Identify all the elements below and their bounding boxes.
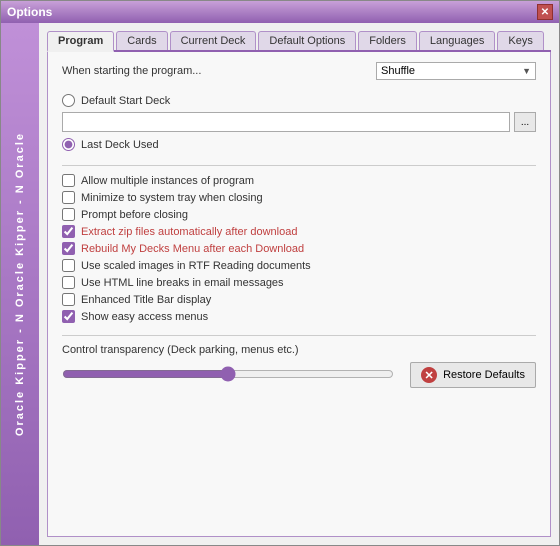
- transparency-label: Control transparency (Deck parking, menu…: [62, 344, 536, 356]
- checkbox-row-scaled: Use scaled images in RTF Reading documen…: [62, 259, 536, 272]
- checkbox-row-rebuild: Rebuild My Decks Menu after each Downloa…: [62, 242, 536, 255]
- tab-default-options[interactable]: Default Options: [258, 31, 356, 50]
- window-body: Oracle Kipper - N Oracle Kipper - N Orac…: [1, 23, 559, 545]
- startup-dropdown[interactable]: Shuffle ▼: [376, 62, 536, 80]
- last-deck-row: Last Deck Used: [62, 138, 536, 151]
- checkbox-html[interactable]: [62, 276, 75, 289]
- checkbox-easy[interactable]: [62, 310, 75, 323]
- checkbox-label-multi: Allow multiple instances of program: [81, 175, 254, 187]
- dropdown-value: Shuffle: [381, 65, 415, 77]
- tab-keys[interactable]: Keys: [497, 31, 543, 50]
- slider-row: ✕ Restore Defaults: [62, 362, 536, 388]
- checkbox-row-easy: Show easy access menus: [62, 310, 536, 323]
- startup-label: When starting the program...: [62, 65, 201, 77]
- checkbox-rebuild[interactable]: [62, 242, 75, 255]
- program-tab-content: When starting the program... Shuffle ▼ D…: [47, 52, 551, 537]
- tab-current-deck[interactable]: Current Deck: [170, 31, 257, 50]
- close-button[interactable]: ✕: [537, 4, 553, 20]
- dropdown-arrow-icon: ▼: [522, 66, 531, 76]
- checkbox-row-tray: Minimize to system tray when closing: [62, 191, 536, 204]
- checkbox-tray[interactable]: [62, 191, 75, 204]
- tab-program[interactable]: Program: [47, 31, 114, 52]
- checkbox-row-html: Use HTML line breaks in email messages: [62, 276, 536, 289]
- slider-container: [62, 366, 394, 385]
- default-deck-row: Default Start Deck: [62, 94, 536, 107]
- startup-section: When starting the program... Shuffle ▼: [62, 62, 536, 80]
- tab-folders[interactable]: Folders: [358, 31, 417, 50]
- tab-languages[interactable]: Languages: [419, 31, 495, 50]
- checkbox-label-scaled: Use scaled images in RTF Reading documen…: [81, 260, 311, 272]
- deck-radio-group: Default Start Deck ... Last Deck Used: [62, 94, 536, 151]
- sidebar-text: Oracle Kipper - N Oracle Kipper - N Orac…: [14, 132, 26, 436]
- checkbox-row-prompt: Prompt before closing: [62, 208, 536, 221]
- checkbox-label-prompt: Prompt before closing: [81, 209, 188, 221]
- window-title: Options: [7, 5, 52, 19]
- checkbox-group: Allow multiple instances of program Mini…: [62, 174, 536, 323]
- restore-label: Restore Defaults: [443, 369, 525, 381]
- checkbox-label-title: Enhanced Title Bar display: [81, 294, 211, 306]
- checkbox-title[interactable]: [62, 293, 75, 306]
- checkbox-scaled[interactable]: [62, 259, 75, 272]
- divider-1: [62, 165, 536, 166]
- divider-2: [62, 335, 536, 336]
- sidebar: Oracle Kipper - N Oracle Kipper - N Orac…: [1, 23, 39, 545]
- options-window: Options ✕ Oracle Kipper - N Oracle Kippe…: [0, 0, 560, 546]
- restore-defaults-button[interactable]: ✕ Restore Defaults: [410, 362, 536, 388]
- checkbox-label-extract: Extract zip files automatically after do…: [81, 226, 297, 238]
- checkbox-label-html: Use HTML line breaks in email messages: [81, 277, 284, 289]
- checkbox-extract[interactable]: [62, 225, 75, 238]
- checkbox-label-tray: Minimize to system tray when closing: [81, 192, 263, 204]
- default-deck-field-container: ...: [62, 112, 536, 132]
- default-deck-label: Default Start Deck: [81, 95, 170, 107]
- checkbox-row-title: Enhanced Title Bar display: [62, 293, 536, 306]
- checkbox-multi[interactable]: [62, 174, 75, 187]
- browse-button[interactable]: ...: [514, 112, 536, 132]
- restore-icon: ✕: [421, 367, 437, 383]
- checkbox-label-rebuild: Rebuild My Decks Menu after each Downloa…: [81, 243, 304, 255]
- default-deck-radio[interactable]: [62, 94, 75, 107]
- title-bar: Options ✕: [1, 1, 559, 23]
- tab-cards[interactable]: Cards: [116, 31, 167, 50]
- tab-bar: Program Cards Current Deck Default Optio…: [47, 31, 551, 52]
- default-deck-input[interactable]: [62, 112, 510, 132]
- checkbox-row-extract: Extract zip files automatically after do…: [62, 225, 536, 238]
- last-deck-radio[interactable]: [62, 138, 75, 151]
- checkbox-prompt[interactable]: [62, 208, 75, 221]
- transparency-slider[interactable]: [62, 366, 394, 382]
- last-deck-label: Last Deck Used: [81, 139, 159, 151]
- checkbox-label-easy: Show easy access menus: [81, 311, 208, 323]
- bottom-section: Control transparency (Deck parking, menu…: [62, 344, 536, 388]
- checkbox-row-multi: Allow multiple instances of program: [62, 174, 536, 187]
- main-content: Program Cards Current Deck Default Optio…: [39, 23, 559, 545]
